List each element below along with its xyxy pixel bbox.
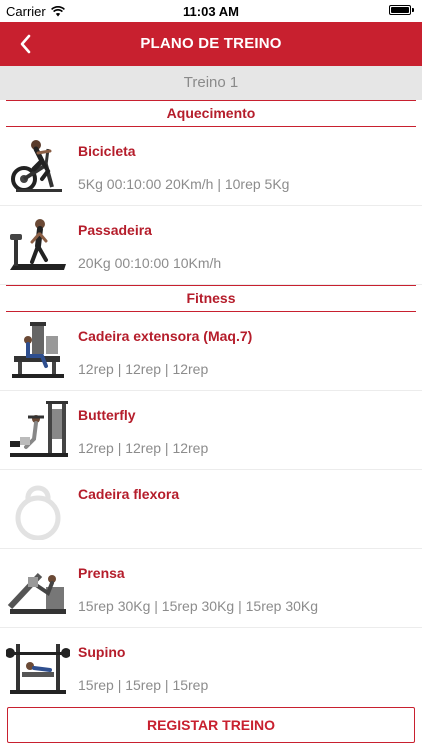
- register-workout-button[interactable]: REGISTAR TREINO: [7, 707, 415, 743]
- page-title: PLANO DE TREINO: [140, 35, 282, 52]
- nav-bar: PLANO DE TREINO: [0, 22, 422, 66]
- exercise-list: Aquecimento Bicicleta 5Kg 00:10:00 20Km/…: [0, 100, 422, 702]
- battery-icon: [389, 5, 411, 15]
- kettlebell-icon: [15, 485, 61, 540]
- leg-press-icon: [7, 572, 66, 614]
- list-item[interactable]: Cadeira flexora: [0, 470, 422, 549]
- section-header-fitness: Fitness: [6, 285, 416, 312]
- workout-selector[interactable]: Treino 1: [0, 66, 422, 100]
- list-item[interactable]: Supino 15rep | 15rep | 15rep: [0, 628, 422, 702]
- treadmill-icon: [10, 219, 66, 270]
- exercise-name: Passadeira: [78, 222, 152, 238]
- exercise-detail: 15rep | 15rep | 15rep: [78, 677, 209, 693]
- exercise-name: Bicicleta: [78, 143, 136, 159]
- exercise-detail: 15rep 30Kg | 15rep 30Kg | 15rep 30Kg: [78, 598, 319, 614]
- list-item[interactable]: Prensa 15rep 30Kg | 15rep 30Kg | 15rep 3…: [0, 549, 422, 628]
- list-item[interactable]: Bicicleta 5Kg 00:10:00 20Km/h | 10rep 5K…: [0, 127, 422, 206]
- butterfly-machine-icon: [10, 401, 68, 457]
- exercise-detail: 5Kg 00:10:00 20Km/h | 10rep 5Kg: [78, 176, 290, 192]
- status-time: 11:03 AM: [183, 4, 239, 19]
- exercise-name: Butterfly: [78, 407, 136, 423]
- leg-extension-machine-icon: [12, 322, 64, 378]
- list-item[interactable]: Passadeira 20Kg 00:10:00 10Km/h: [0, 206, 422, 285]
- exercise-bike-icon: [11, 140, 62, 192]
- bench-press-icon: [6, 644, 70, 694]
- exercise-name: Prensa: [78, 565, 125, 581]
- list-item[interactable]: Butterfly 12rep | 12rep | 12rep: [0, 391, 422, 470]
- status-bar: Carrier 11:03 AM: [0, 0, 422, 22]
- exercise-name: Cadeira flexora: [78, 486, 180, 502]
- exercise-detail: 12rep | 12rep | 12rep: [78, 361, 209, 377]
- battery-tip: [412, 8, 414, 12]
- status-right: [389, 5, 414, 15]
- section-header-aquecimento: Aquecimento: [6, 100, 416, 127]
- list-item[interactable]: Cadeira extensora (Maq.7) 12rep | 12rep …: [0, 312, 422, 391]
- exercise-detail: 20Kg 00:10:00 10Km/h: [78, 255, 222, 271]
- exercise-detail: 12rep | 12rep | 12rep: [78, 440, 209, 456]
- exercise-name: Cadeira extensora (Maq.7): [78, 328, 253, 344]
- exercise-name: Supino: [78, 644, 126, 660]
